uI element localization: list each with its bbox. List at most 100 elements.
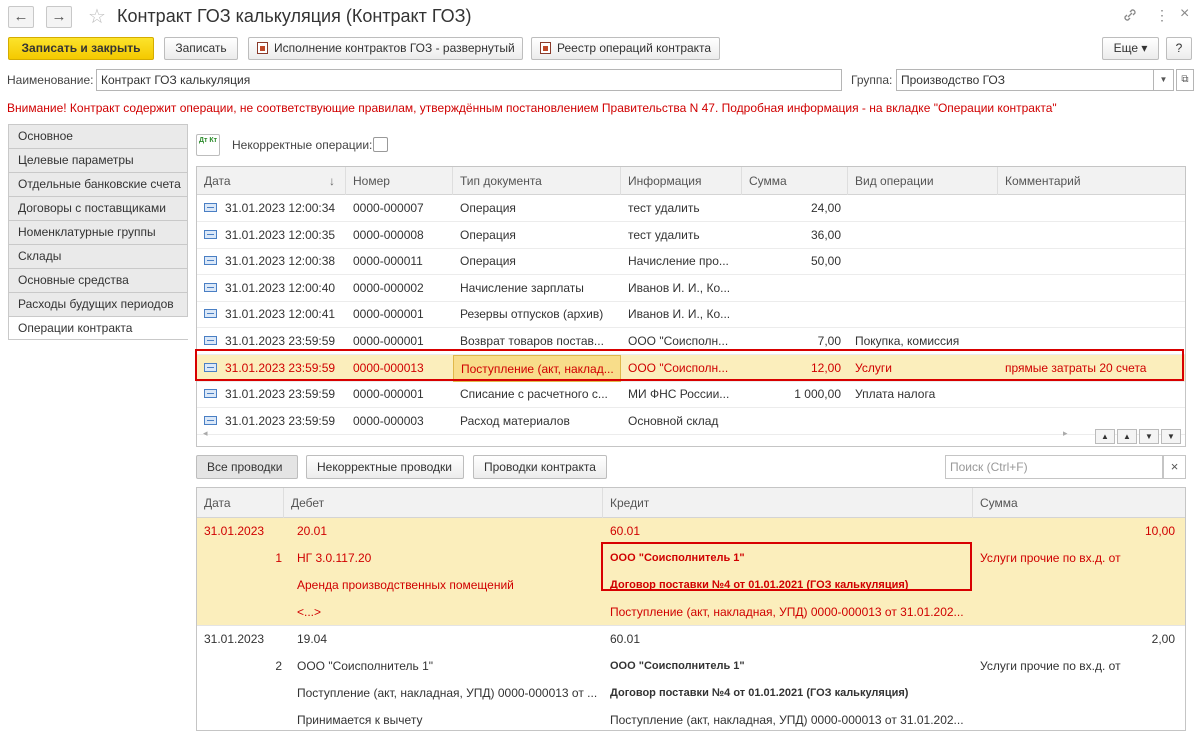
table-row[interactable]: 31.01.2023 23:59:59 0000-000001 Списание с… [197,381,1185,409]
group-field[interactable]: Производство ГОЗ [896,69,1174,91]
col-debit[interactable]: Дебет [284,488,603,518]
cell-info: МИ ФНС России... [628,387,730,402]
cell-type: Списание с расчетного с... [460,387,608,402]
cell-sum [742,275,848,302]
posting-entry[interactable]: 31.01.2023 1 20.01 60.01 10,00 НГ 3.0.117.20 А… [197,518,1185,626]
credit-subconto: Договор поставки №4 от 01.01.2021 (ГОЗ к… [610,579,909,591]
document-icon [204,229,217,239]
posting-content: Услуги прочие по вх.д. от [980,659,1121,673]
incorrect-ops-label: Некорректные операции: [232,138,373,152]
credit-subconto: Поступление (акт, накладная, УПД) 0000-0… [610,713,964,727]
table-row[interactable]: 31.01.2023 12:00:38 0000-000011 Операция На… [197,248,1185,276]
document-icon [204,309,217,319]
posting-sum: 10,00 [1144,524,1175,538]
tab-item-groups[interactable]: Номенклатурные группы [8,220,188,244]
table-row[interactable]: 31.01.2023 12:00:40 0000-000002 Начисление… [197,275,1185,302]
document-icon [204,282,217,292]
incorrect-ops-checkbox[interactable] [373,137,388,152]
registry-label: Реестр операций контракта [557,41,712,55]
save-and-close-button[interactable]: Записать и закрыть [8,37,154,60]
more-menu-icon[interactable]: ⋮ [1155,7,1169,24]
credit-subconto: Поступление (акт, накладная, УПД) 0000-0… [610,605,964,619]
credit-subconto: Договор поставки №4 от 01.01.2021 (ГОЗ к… [610,687,909,699]
favorite-star-icon[interactable]: ☆ [88,4,106,29]
col-date[interactable]: Дата ↓ [197,167,346,195]
more-button[interactable]: Еще ▾ [1102,37,1159,60]
scroll-down-button[interactable]: ▼ [1139,429,1159,444]
cell-comment: прямые затраты 20 счета [1005,360,1147,375]
tab-fixed-assets[interactable]: Основные средства [8,268,188,292]
help-button[interactable]: ? [1166,37,1192,60]
table-scroll-bar[interactable]: ◂ ▸ ▲ ▲ ▼ ▼ [197,426,1185,446]
col-credit[interactable]: Кредит [603,488,973,518]
cell-type: Операция [460,254,516,269]
cell-sum [742,301,848,328]
all-postings-button[interactable]: Все проводки [196,455,298,479]
cell-op [848,222,998,249]
col-posting-date[interactable]: Дата [197,488,284,518]
col-sum[interactable]: Сумма [742,167,848,195]
scroll-top-button[interactable]: ▲ [1095,429,1115,444]
name-field[interactable]: Контракт ГОЗ калькуляция [96,69,842,91]
report-icon [257,42,268,54]
table-row[interactable]: 31.01.2023 12:00:41 0000-000001 Резервы от… [197,301,1185,329]
tab-target-params[interactable]: Целевые параметры [8,148,188,172]
search-input[interactable]: Поиск (Ctrl+F) [945,455,1163,479]
group-dropdown-icon[interactable]: ▼ [1153,69,1174,91]
tab-supplier-contracts[interactable]: Договоры с поставщиками [8,196,188,220]
sort-down-icon: ↓ [329,174,335,188]
name-label: Наименование: [7,73,94,87]
tab-warehouses[interactable]: Склады [8,244,188,268]
debit-account: 20.01 [297,524,328,538]
dtkt-icon[interactable]: Дт Кт [196,134,220,156]
exec-report-label: Исполнение контрактов ГОЗ - развернутый [274,41,515,55]
cell-info: Иванов И. И., Ко... [628,307,731,322]
open-group-icon[interactable]: ⧉ [1176,69,1194,91]
cell-comment [998,381,1185,408]
col-number[interactable]: Номер [346,167,453,195]
debit-subconto: ООО "Соисполнитель 1" [297,659,434,673]
cell-date: 31.01.2023 12:00:40 [197,275,346,302]
table-row[interactable]: 31.01.2023 23:59:59 0000-000013 Поступлени… [197,354,1185,382]
table-row[interactable]: 31.01.2023 12:00:34 0000-000007 Операция те… [197,195,1185,222]
close-icon[interactable]: × [1180,5,1189,23]
cell-type: Резервы отпусков (архив) [460,307,604,322]
scroll-up-button[interactable]: ▲ [1117,429,1137,444]
table-row[interactable]: 31.01.2023 12:00:35 0000-000008 Операция те… [197,222,1185,249]
registry-button[interactable]: Реестр операций контракта [531,37,720,60]
posting-content: Услуги прочие по вх.д. от [980,551,1121,565]
debit-subconto: Аренда производственных помещений [297,578,514,592]
credit-subconto: ООО "Соисполнитель 1" [610,552,745,564]
link-icon[interactable] [1122,7,1138,26]
table-row[interactable]: 31.01.2023 23:59:59 0000-000001 Возврат то… [197,328,1185,355]
scroll-bottom-button[interactable]: ▼ [1161,429,1181,444]
col-info[interactable]: Информация [621,167,742,195]
tab-bank-accounts[interactable]: Отдельные банковские счета [8,172,188,196]
posting-entry[interactable]: 31.01.2023 2 19.04 60.01 2,00 ООО "Соисполнит… [197,626,1185,730]
col-op-type[interactable]: Вид операции [848,167,998,195]
cell-date: 31.01.2023 23:59:59 [197,381,346,408]
title-bar: ← → ☆ Контракт ГОЗ калькуляция (Контракт… [0,0,1200,34]
tab-main[interactable]: Основное [8,124,188,148]
exec-report-button[interactable]: Исполнение контрактов ГОЗ - развернутый [248,37,523,60]
cell-sum: 7,00 [817,334,841,348]
cell-comment [998,222,1185,249]
document-icon [204,362,217,372]
tab-deferred-expenses[interactable]: Расходы будущих периодов [8,292,188,316]
back-button[interactable]: ← [8,6,34,28]
search-clear-icon[interactable]: × [1163,455,1186,479]
cell-date: 31.01.2023 12:00:35 [197,222,346,249]
col-posting-sum[interactable]: Сумма [973,488,1185,518]
window-title: Контракт ГОЗ калькуляция (Контракт ГОЗ) [117,6,472,26]
tab-contract-operations[interactable]: Операции контракта [8,316,188,340]
cell-date: 31.01.2023 23:59:59 [197,355,346,382]
cell-sum: 50,00 [810,254,841,269]
forward-button[interactable]: → [46,6,72,28]
contract-postings-button[interactable]: Проводки контракта [473,455,607,479]
save-button[interactable]: Записать [164,37,238,60]
document-icon [204,389,217,399]
document-icon [204,415,217,425]
incorrect-postings-button[interactable]: Некорректные проводки [306,455,464,479]
col-comment[interactable]: Комментарий [998,167,1185,195]
col-doc-type[interactable]: Тип документа [453,167,621,195]
